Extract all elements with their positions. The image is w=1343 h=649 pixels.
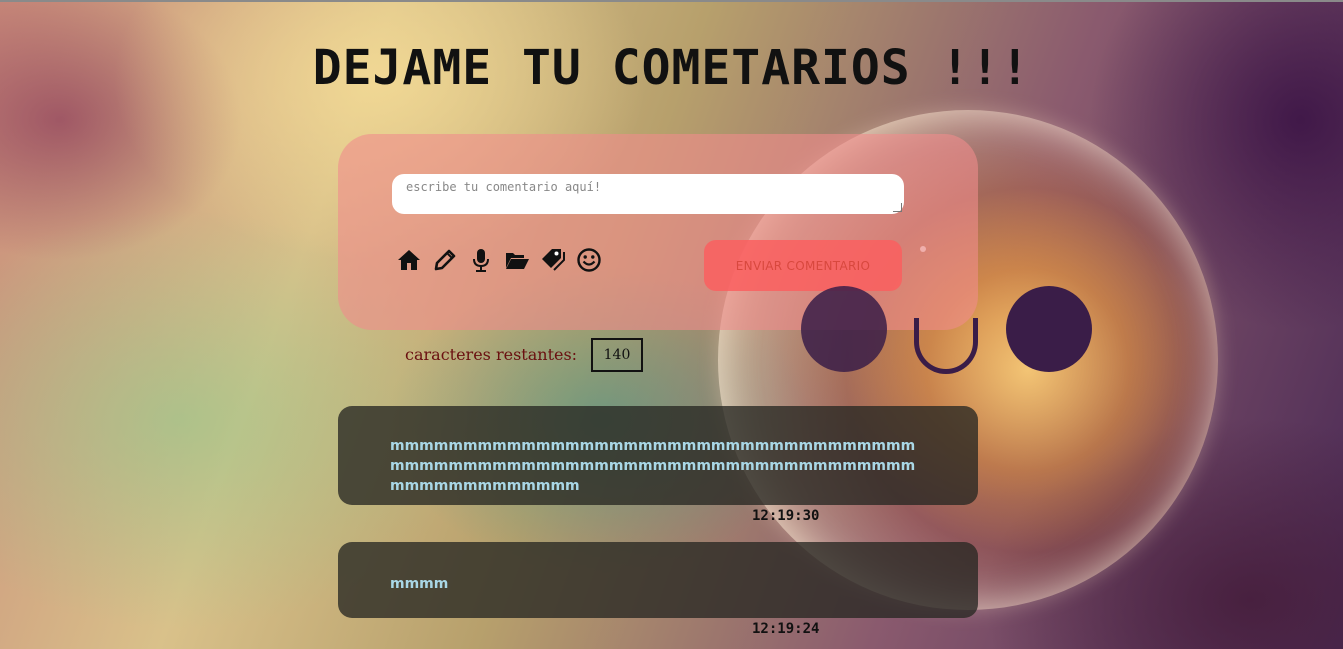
- comment-timestamp: 12:19:24: [752, 621, 820, 637]
- comment-card: mmmm: [338, 542, 978, 618]
- browser-top-border: [0, 0, 1343, 2]
- comment-text: mmmm: [390, 576, 449, 592]
- tags-icon[interactable]: [539, 246, 567, 274]
- comment-tools-toolbar: [395, 246, 603, 274]
- remaining-characters-count: 140: [591, 338, 643, 372]
- smile-icon[interactable]: [575, 246, 603, 274]
- comment-form-panel: [338, 134, 978, 330]
- textarea-resize-handle[interactable]: [893, 203, 902, 212]
- face-left-eye-decoration: [801, 286, 887, 372]
- comment-input[interactable]: [392, 174, 904, 214]
- pencil-icon[interactable]: [431, 246, 459, 274]
- send-comment-button[interactable]: ENVIAR COMENTARIO: [704, 240, 902, 291]
- comment-card: mmmmmmmmmmmmmmmmmmmmmmmmmmmmmmmmmmmmmmmm…: [338, 406, 978, 505]
- home-icon[interactable]: [395, 246, 423, 274]
- folder-open-icon[interactable]: [503, 246, 531, 274]
- face-right-eye-decoration: [1006, 286, 1092, 372]
- comment-timestamp: 12:19:30: [752, 508, 820, 524]
- comment-text: mmmmmmmmmmmmmmmmmmmmmmmmmmmmmmmmmmmmmmmm…: [390, 438, 916, 494]
- remaining-characters-label: caracteres restantes:: [405, 345, 578, 364]
- page-title: DEJAME TU COMETARIOS !!!: [312, 40, 1031, 96]
- microphone-icon[interactable]: [467, 246, 495, 274]
